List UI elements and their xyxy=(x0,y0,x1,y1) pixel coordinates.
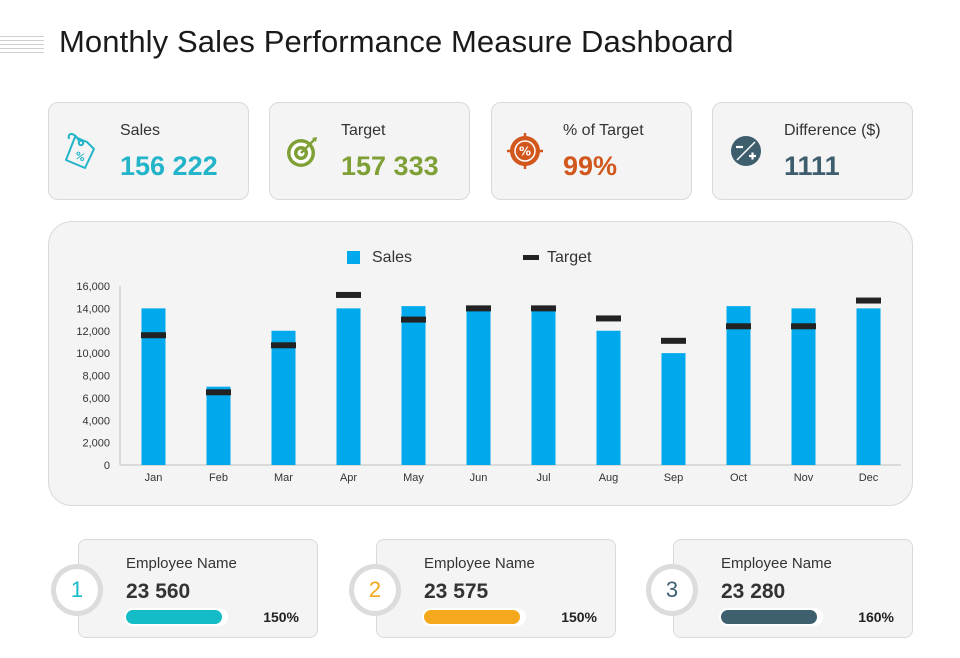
x-tick-label: May xyxy=(403,472,424,484)
employee-progress-track xyxy=(124,608,228,626)
employee-progress-fill xyxy=(721,610,817,624)
target-marker xyxy=(401,316,426,323)
x-tick-label: Oct xyxy=(730,472,747,484)
target-marker xyxy=(856,297,881,304)
kpi-value: 1111 xyxy=(784,151,840,181)
employee-percent: 160% xyxy=(858,609,894,625)
kpi-label: % of Target xyxy=(563,122,644,139)
employee-card-1: Employee Name 23 560 150% xyxy=(78,539,318,638)
plus-minus-icon xyxy=(731,136,761,166)
y-tick-label: 14,000 xyxy=(76,303,110,315)
target-marker xyxy=(791,323,816,330)
legend-target-swatch xyxy=(523,255,539,260)
rank-number: 3 xyxy=(651,569,693,611)
price-tag-icon: % xyxy=(65,133,95,169)
target-marker xyxy=(726,323,751,330)
sales-bar xyxy=(791,308,816,465)
legend-target-label: Target xyxy=(547,249,592,266)
target-marker xyxy=(206,389,231,396)
target-marker xyxy=(141,332,166,339)
employee-percent: 150% xyxy=(263,609,299,625)
x-tick-label: Jun xyxy=(470,472,488,484)
header-decoration xyxy=(0,36,44,56)
y-tick-label: 16,000 xyxy=(76,281,110,293)
target-marker xyxy=(531,305,556,312)
target-marker xyxy=(661,337,686,344)
kpi-label: Sales xyxy=(120,122,161,139)
sales-bar xyxy=(531,308,556,465)
rank-badge-2: 2 xyxy=(349,564,401,616)
employee-card-3: Employee Name 23 280 160% xyxy=(673,539,913,638)
employee-progress-track xyxy=(422,608,526,626)
y-tick-label: 0 xyxy=(104,460,110,472)
x-tick-label: Nov xyxy=(794,472,814,484)
x-tick-label: Feb xyxy=(209,472,228,484)
x-tick-label: Apr xyxy=(340,472,357,484)
sales-bar xyxy=(336,308,361,465)
employee-percent: 150% xyxy=(561,609,597,625)
y-tick-label: 4,000 xyxy=(82,415,110,427)
employee-value: 23 280 xyxy=(721,580,786,603)
target-marker xyxy=(466,305,491,312)
kpi-label: Target xyxy=(341,122,386,139)
x-tick-label: Mar xyxy=(274,472,293,484)
employee-name: Employee Name xyxy=(721,555,832,572)
legend-sales-swatch xyxy=(347,251,360,264)
sales-chart-panel: Sales Target 0 2,000 4,000 6,000 8,000 10,000… xyxy=(48,221,913,506)
chart-legend: Sales Target xyxy=(347,249,592,266)
kpi-value: 157 333 xyxy=(341,151,439,181)
plot-area: 0 2,000 4,000 6,000 8,000 10,000 12,000 14,000 1… xyxy=(76,281,901,484)
x-tick-label: Dec xyxy=(859,472,879,484)
rank-badge-1: 1 xyxy=(51,564,103,616)
kpi-label: Difference ($) xyxy=(784,122,881,139)
sales-bar xyxy=(141,308,166,465)
y-tick-label: 2,000 xyxy=(82,438,110,450)
legend-sales-label: Sales xyxy=(372,249,412,266)
sales-bar xyxy=(466,308,491,465)
rank-number: 1 xyxy=(56,569,98,611)
employee-progress-fill xyxy=(126,610,222,624)
y-tick-label: 6,000 xyxy=(82,393,110,405)
rank-badge-3: 3 xyxy=(646,564,698,616)
employee-value: 23 560 xyxy=(126,580,191,603)
x-tick-label: Aug xyxy=(599,472,619,484)
svg-text:%: % xyxy=(519,145,531,159)
target-icon xyxy=(287,137,317,167)
page-title: Monthly Sales Performance Measure Dashbo… xyxy=(59,24,734,59)
sales-bar xyxy=(856,308,881,465)
kpi-card-target: Target 157 333 xyxy=(269,102,470,200)
svg-text:%: % xyxy=(73,150,86,164)
target-marker xyxy=(271,342,296,349)
percent-target-icon: % xyxy=(507,133,543,169)
y-tick-label: 8,000 xyxy=(82,371,110,383)
target-marker xyxy=(596,315,621,322)
employee-progress-track xyxy=(719,608,823,626)
kpi-card-sales: % Sales 156 222 xyxy=(48,102,249,200)
kpi-value: 99% xyxy=(563,151,618,181)
employee-value: 23 575 xyxy=(424,580,489,603)
sales-bar xyxy=(596,330,621,465)
y-tick-label: 12,000 xyxy=(76,326,110,338)
kpi-card-percent-target: % % of Target 99% xyxy=(491,102,692,200)
sales-bar xyxy=(726,306,751,465)
employee-card-2: Employee Name 23 575 150% xyxy=(376,539,616,638)
sales-vs-target-chart: Sales Target 0 2,000 4,000 6,000 8,000 10,000… xyxy=(76,249,901,484)
target-marker xyxy=(336,291,361,298)
x-tick-label: Sep xyxy=(664,472,684,484)
employee-name: Employee Name xyxy=(126,555,237,572)
sales-bar xyxy=(271,330,296,465)
sales-bar xyxy=(401,306,426,465)
y-tick-label: 10,000 xyxy=(76,348,110,360)
x-tick-label: Jul xyxy=(536,472,550,484)
kpi-card-difference: Difference ($) 1111 xyxy=(712,102,913,200)
sales-bar xyxy=(661,353,686,465)
rank-number: 2 xyxy=(354,569,396,611)
employee-name: Employee Name xyxy=(424,555,535,572)
kpi-value: 156 222 xyxy=(120,151,218,181)
employee-progress-fill xyxy=(424,610,520,624)
x-tick-label: Jan xyxy=(145,472,163,484)
sales-bar xyxy=(206,386,231,465)
